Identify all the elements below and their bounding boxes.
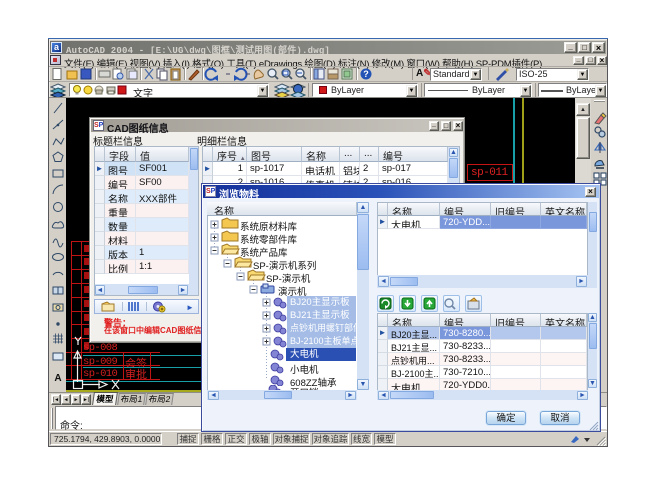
svg-text:A: A [54,373,61,384]
svg-text:►: ► [186,303,194,312]
svg-text:?: ? [363,69,369,79]
